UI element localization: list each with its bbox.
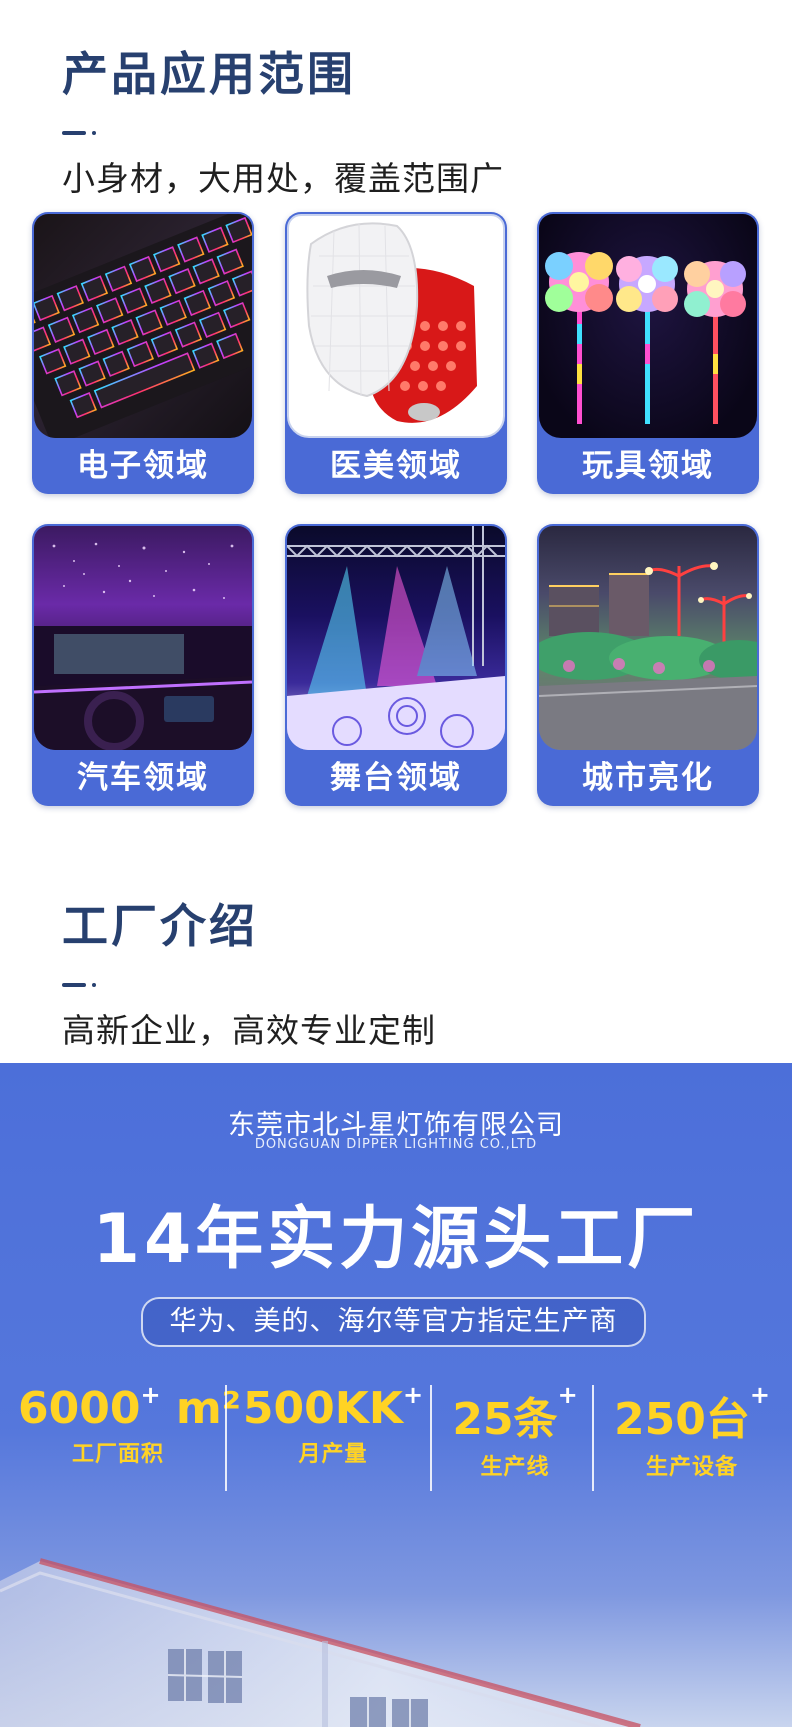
led-mask-photo [287,214,505,438]
headline: 14年实力源头工厂 [92,1200,700,1279]
stat-value: 500KK [242,1383,403,1434]
section-subtitle-factory: 高新企业，高效专业定制 [62,1011,436,1050]
stat-caption: 工厂面积 [71,1442,164,1467]
factory-banner: 东莞市北斗星灯饰有限公司 DONGGUAN DIPPER LIGHTING CO… [0,1063,792,1727]
stat-value: 250台 [614,1394,750,1445]
car-interior-photo [34,526,252,750]
stat-divider [225,1385,227,1491]
stat-plus: + [557,1381,578,1409]
stat-plus: + [140,1381,161,1409]
stat-caption: 月产量 [298,1442,368,1467]
stage-photo [287,526,505,750]
partner-badge: 华为、美的、海尔等官方指定生产商 [141,1297,646,1347]
company-name-en: DONGGUAN DIPPER LIGHTING CO.,LTD [254,1137,538,1152]
title-dash [62,131,96,135]
stat-divider [430,1385,432,1491]
stat-divider [592,1385,594,1491]
stat-value: 25条 [452,1394,558,1445]
city-lighting-illustration [539,562,757,750]
keyboard-photo [34,214,252,438]
application-card-city-lighting[interactable]: 城市亮化 [537,524,759,806]
application-card-automotive[interactable]: 汽车领域 [32,524,254,806]
keyboard-illustration [34,214,252,438]
car-interior-illustration [34,542,252,750]
stat-production-lines: 25条+ 生产线 [440,1381,590,1481]
stat-equipment: 250台+ 生产设备 [602,1381,782,1481]
card-label: 玩具领域 [582,448,714,484]
section-title-applications: 产品应用范围 [62,47,356,101]
card-label: 医美领域 [330,448,462,484]
stat-unit: m² [175,1383,242,1434]
section-subtitle-applications: 小身材，大用处，覆盖范围广 [62,159,504,198]
stat-plus: + [402,1381,424,1409]
factory-building-illustration [0,1558,641,1727]
application-card-toys[interactable]: 玩具领域 [537,212,759,494]
stat-value: 6000 [18,1383,141,1434]
pinwheel-illustration [545,252,746,424]
led-mask-illustration [306,222,477,423]
stat-factory-area: 6000+ m² 工厂面积 [18,1381,241,1468]
stat-monthly-output: 500KK+ 月产量 [238,1381,428,1468]
stat-plus: + [749,1381,770,1409]
city-lighting-photo [539,526,757,750]
application-card-medical-beauty[interactable]: 医美领域 [285,212,507,494]
stage-illustration [287,526,505,750]
card-label: 城市亮化 [582,760,714,796]
title-dash [62,983,96,987]
stat-caption: 生产设备 [645,1455,738,1480]
application-card-electronics[interactable]: 电子领域 [32,212,254,494]
card-label: 电子领域 [77,448,209,484]
card-label: 舞台领域 [330,760,462,796]
pinwheel-photo [539,214,757,438]
application-card-stage[interactable]: 舞台领域 [285,524,507,806]
card-label: 汽车领域 [77,760,209,796]
stat-caption: 生产线 [480,1455,550,1480]
section-title-factory: 工厂介绍 [62,899,258,953]
